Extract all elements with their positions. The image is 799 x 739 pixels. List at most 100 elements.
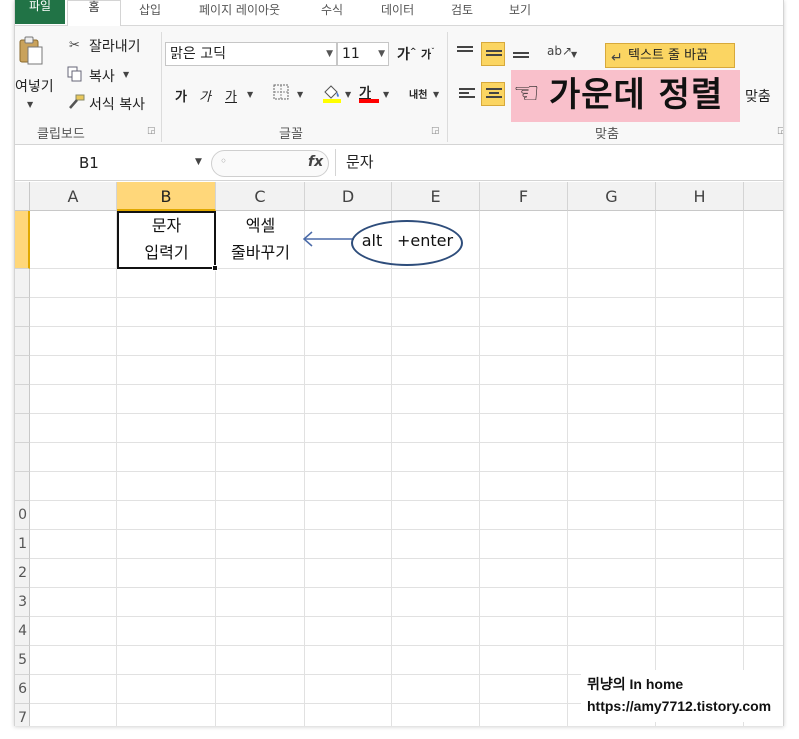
- tab-formulas[interactable]: 수식: [321, 4, 343, 16]
- row-header-4[interactable]: [15, 327, 30, 356]
- cell-c1-line1: 엑셀: [245, 216, 276, 235]
- font-color-chevron-down-icon[interactable]: ▼: [383, 90, 389, 99]
- align-left-icon[interactable]: [459, 88, 475, 102]
- align-bottom-icon[interactable]: [513, 52, 529, 66]
- row-header-13[interactable]: 3: [15, 588, 30, 617]
- cell-c1-line2: 줄바꾸기: [231, 243, 290, 262]
- row-header-10[interactable]: 0: [15, 501, 30, 530]
- orientation-chevron-down-icon[interactable]: ▼: [571, 50, 577, 59]
- column-header-b[interactable]: B: [117, 182, 216, 211]
- wrap-text-icon: ↵: [611, 50, 623, 66]
- phonetic-chevron-down-icon[interactable]: ▼: [433, 90, 439, 99]
- copy-chevron-down-icon[interactable]: ▼: [123, 70, 129, 79]
- font-family-select[interactable]: 맑은 고딕 ▼: [165, 42, 337, 66]
- align-middle-button[interactable]: [481, 42, 505, 66]
- select-all-corner[interactable]: [15, 182, 30, 211]
- copy-button[interactable]: 복사: [89, 66, 115, 86]
- pointing-hand-icon: ☜: [513, 76, 540, 111]
- row-header-7[interactable]: [15, 414, 30, 443]
- phonetic-button[interactable]: 내천: [409, 86, 427, 101]
- format-painter-button[interactable]: 서식 복사: [89, 94, 145, 114]
- group-divider: [447, 32, 448, 142]
- name-box-chevron-down-icon[interactable]: ▼: [195, 157, 202, 167]
- align-center-button[interactable]: [481, 82, 505, 106]
- grid-row-line: [30, 558, 783, 559]
- row-header-17[interactable]: 7: [15, 704, 30, 726]
- row-header-5[interactable]: [15, 356, 30, 385]
- font-launcher-icon[interactable]: ◲: [431, 126, 440, 136]
- cut-button[interactable]: 잘라내기: [89, 36, 141, 56]
- cell-b1-line1: 문자: [151, 216, 182, 235]
- row-header-8[interactable]: [15, 443, 30, 472]
- align-top-icon[interactable]: [457, 46, 473, 60]
- tab-review[interactable]: 검토: [451, 4, 473, 16]
- cell-d1: alt: [361, 231, 383, 250]
- tab-view[interactable]: 보기: [509, 4, 531, 16]
- paste-dropdown-chevron-down-icon[interactable]: ▼: [27, 100, 33, 109]
- row-header-1[interactable]: [15, 211, 30, 269]
- grid-column-line: [215, 211, 216, 726]
- font-size-select[interactable]: 11 ▼: [337, 42, 389, 66]
- row-header-9[interactable]: [15, 472, 30, 501]
- center-align-callout: ☜ 가운데 정렬: [511, 70, 740, 122]
- grid-column-line: [304, 211, 305, 726]
- insert-function-icon[interactable]: fx: [308, 154, 323, 170]
- merge-center-button[interactable]: 맞춤: [745, 86, 771, 106]
- column-header-e[interactable]: E: [392, 182, 480, 211]
- formula-bar-handle-icon[interactable]: ◦: [220, 154, 227, 168]
- column-header-g[interactable]: G: [568, 182, 656, 211]
- column-header-a[interactable]: A: [30, 182, 117, 211]
- column-header-f[interactable]: F: [480, 182, 568, 211]
- row-header-14[interactable]: 4: [15, 617, 30, 646]
- grid-row-line: [30, 413, 783, 414]
- ribbon-tab-strip: 파일 홈 삽입 페이지 레이아웃 수식 데이터 검토 보기: [15, 0, 783, 27]
- alignment-launcher-icon[interactable]: ◲: [777, 126, 783, 136]
- borders-chevron-down-icon[interactable]: ▼: [297, 90, 303, 99]
- row-header-6[interactable]: [15, 385, 30, 414]
- column-header-h[interactable]: H: [656, 182, 744, 211]
- row-header-11[interactable]: 1: [15, 530, 30, 559]
- row-header-12[interactable]: 2: [15, 559, 30, 588]
- underline-chevron-down-icon[interactable]: ▼: [247, 90, 253, 99]
- fill-color-icon[interactable]: [321, 82, 343, 104]
- tab-insert[interactable]: 삽입: [139, 4, 161, 16]
- row-header-16[interactable]: 6: [15, 675, 30, 704]
- underline-button[interactable]: 가: [225, 86, 237, 105]
- tab-home[interactable]: 홈: [67, 0, 121, 27]
- paste-icon[interactable]: [17, 36, 45, 66]
- annotation-arrow: [302, 231, 354, 247]
- clipboard-launcher-icon[interactable]: ◲: [147, 126, 156, 136]
- column-header-d[interactable]: D: [305, 182, 392, 211]
- tab-page-layout[interactable]: 페이지 레이아웃: [199, 4, 280, 16]
- column-header-c[interactable]: C: [216, 182, 305, 211]
- formula-input[interactable]: 문자: [335, 149, 783, 176]
- font-family-value: 맑은 고딕: [170, 46, 226, 62]
- borders-icon[interactable]: [273, 84, 291, 102]
- row-header-2[interactable]: [15, 269, 30, 298]
- watermark-url: https://amy7712.tistory.com: [587, 698, 772, 714]
- tab-file[interactable]: 파일: [15, 0, 65, 24]
- tab-data[interactable]: 데이터: [381, 4, 414, 16]
- italic-button[interactable]: 가: [199, 86, 211, 105]
- wrap-text-button[interactable]: ↵ 텍스트 줄 바꿈: [605, 43, 735, 68]
- bold-button[interactable]: 가: [175, 86, 187, 105]
- grid-row-line: [30, 471, 783, 472]
- grid-row-line: [30, 355, 783, 356]
- font-size-value: 11: [342, 46, 360, 62]
- name-box[interactable]: B1: [15, 151, 205, 175]
- cell-b1-line2: 입력기: [144, 243, 189, 262]
- grid-row-line: [30, 529, 783, 530]
- column-header-next[interactable]: [744, 182, 783, 211]
- formula-controls: ◦ fx: [211, 150, 329, 177]
- grid-row-line: [30, 500, 783, 501]
- orientation-icon[interactable]: ab↗: [547, 44, 572, 58]
- row-header-15[interactable]: 5: [15, 646, 30, 675]
- grow-font-button[interactable]: 가^: [397, 44, 417, 64]
- grid-column-line: [655, 211, 656, 726]
- fill-color-chevron-down-icon[interactable]: ▼: [345, 90, 351, 99]
- ribbon: 여넣기 ▼ ✂ 잘라내기 복사 ▼ 서식 복사 클립보드 ◲ 맑은 고딕 ▼ 1…: [15, 26, 783, 145]
- row-header-3[interactable]: [15, 298, 30, 327]
- paste-button[interactable]: 여넣기: [15, 76, 54, 96]
- font-group-label: 글꼴: [279, 127, 303, 142]
- shrink-font-button[interactable]: 가ˇ: [421, 46, 435, 62]
